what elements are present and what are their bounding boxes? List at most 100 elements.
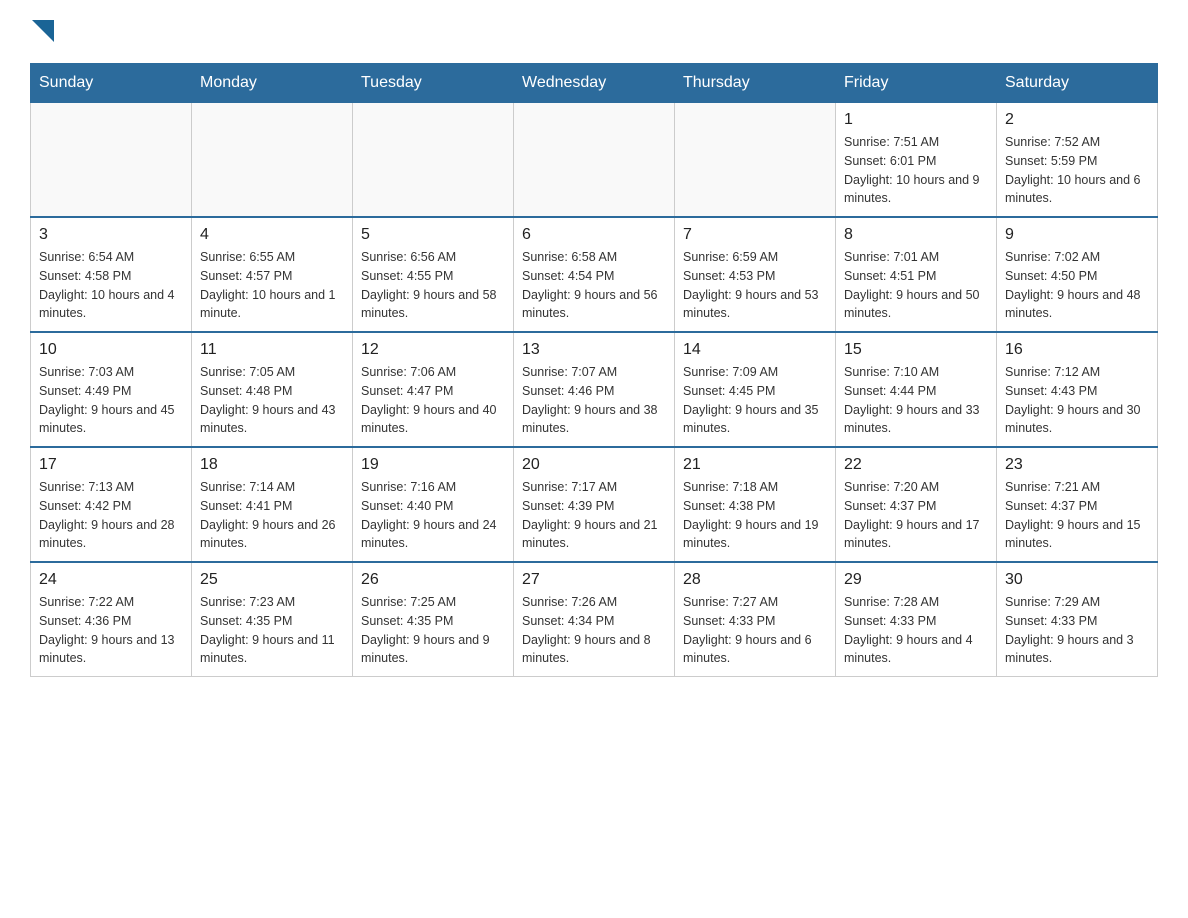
day-info: Sunrise: 7:22 AMSunset: 4:36 PMDaylight:… [39, 593, 183, 668]
day-info: Sunrise: 7:05 AMSunset: 4:48 PMDaylight:… [200, 363, 344, 438]
day-number: 5 [361, 226, 505, 244]
calendar-cell: 22 Sunrise: 7:20 AMSunset: 4:37 PMDayligh… [836, 447, 997, 562]
day-info: Sunrise: 7:03 AMSunset: 4:49 PMDaylight:… [39, 363, 183, 438]
calendar-cell: 19 Sunrise: 7:16 AMSunset: 4:40 PMDayligh… [353, 447, 514, 562]
day-info: Sunrise: 7:01 AMSunset: 4:51 PMDaylight:… [844, 248, 988, 323]
calendar-cell [353, 103, 514, 218]
day-info: Sunrise: 7:18 AMSunset: 4:38 PMDaylight:… [683, 478, 827, 553]
day-info: Sunrise: 7:21 AMSunset: 4:37 PMDaylight:… [1005, 478, 1149, 553]
calendar-cell: 23 Sunrise: 7:21 AMSunset: 4:37 PMDayligh… [997, 447, 1158, 562]
day-number: 3 [39, 226, 183, 244]
day-number: 2 [1005, 111, 1149, 129]
calendar-cell: 13Sunrise: 7:07 AMSunset: 4:46 PMDayligh… [514, 332, 675, 447]
calendar-cell: 26 Sunrise: 7:25 AMSunset: 4:35 PMDayligh… [353, 562, 514, 677]
day-number: 26 [361, 571, 505, 589]
weekday-header-thursday: Thursday [675, 64, 836, 103]
day-info: Sunrise: 7:29 AMSunset: 4:33 PMDaylight:… [1005, 593, 1149, 668]
day-number: 30 [1005, 571, 1149, 589]
day-info: Sunrise: 6:54 AMSunset: 4:58 PMDaylight:… [39, 248, 183, 323]
calendar-week-row: 10 Sunrise: 7:03 AMSunset: 4:49 PMDayligh… [31, 332, 1158, 447]
calendar-cell: 1Sunrise: 7:51 AMSunset: 6:01 PMDaylight… [836, 103, 997, 218]
calendar-cell [675, 103, 836, 218]
calendar-cell: 4 Sunrise: 6:55 AMSunset: 4:57 PMDaylight… [192, 217, 353, 332]
day-info: Sunrise: 7:09 AMSunset: 4:45 PMDaylight:… [683, 363, 827, 438]
day-number: 14 [683, 341, 827, 359]
day-info: Sunrise: 7:06 AMSunset: 4:47 PMDaylight:… [361, 363, 505, 438]
calendar-cell: 20 Sunrise: 7:17 AMSunset: 4:39 PMDayligh… [514, 447, 675, 562]
calendar-cell: 5 Sunrise: 6:56 AMSunset: 4:55 PMDaylight… [353, 217, 514, 332]
day-info: Sunrise: 6:55 AMSunset: 4:57 PMDaylight:… [200, 248, 344, 323]
calendar-week-row: 17Sunrise: 7:13 AMSunset: 4:42 PMDayligh… [31, 447, 1158, 562]
day-info: Sunrise: 7:20 AMSunset: 4:37 PMDaylight:… [844, 478, 988, 553]
calendar-cell: 17Sunrise: 7:13 AMSunset: 4:42 PMDayligh… [31, 447, 192, 562]
day-number: 9 [1005, 226, 1149, 244]
day-info: Sunrise: 7:52 AMSunset: 5:59 PMDaylight:… [1005, 133, 1149, 208]
calendar-cell: 12 Sunrise: 7:06 AMSunset: 4:47 PMDayligh… [353, 332, 514, 447]
day-number: 6 [522, 226, 666, 244]
day-number: 4 [200, 226, 344, 244]
day-number: 10 [39, 341, 183, 359]
day-number: 15 [844, 341, 988, 359]
day-number: 23 [1005, 456, 1149, 474]
day-info: Sunrise: 7:16 AMSunset: 4:40 PMDaylight:… [361, 478, 505, 553]
weekday-header-monday: Monday [192, 64, 353, 103]
calendar-cell: 27 Sunrise: 7:26 AMSunset: 4:34 PMDayligh… [514, 562, 675, 677]
weekday-header-sunday: Sunday [31, 64, 192, 103]
calendar-table: SundayMondayTuesdayWednesdayThursdayFrid… [30, 63, 1158, 677]
day-info: Sunrise: 6:58 AMSunset: 4:54 PMDaylight:… [522, 248, 666, 323]
logo-arrow-icon [32, 20, 54, 42]
calendar-cell: 21 Sunrise: 7:18 AMSunset: 4:38 PMDayligh… [675, 447, 836, 562]
day-info: Sunrise: 7:51 AMSunset: 6:01 PMDaylight:… [844, 133, 988, 208]
day-info: Sunrise: 7:28 AMSunset: 4:33 PMDaylight:… [844, 593, 988, 668]
day-number: 21 [683, 456, 827, 474]
calendar-cell: 29 Sunrise: 7:28 AMSunset: 4:33 PMDayligh… [836, 562, 997, 677]
calendar-cell: 9 Sunrise: 7:02 AMSunset: 4:50 PMDaylight… [997, 217, 1158, 332]
day-number: 11 [200, 341, 344, 359]
calendar-cell [514, 103, 675, 218]
day-number: 27 [522, 571, 666, 589]
calendar-cell: 8 Sunrise: 7:01 AMSunset: 4:51 PMDaylight… [836, 217, 997, 332]
weekday-header-saturday: Saturday [997, 64, 1158, 103]
day-number: 12 [361, 341, 505, 359]
day-info: Sunrise: 7:07 AMSunset: 4:46 PMDaylight:… [522, 363, 666, 438]
page-header [30, 20, 1158, 43]
day-info: Sunrise: 7:10 AMSunset: 4:44 PMDaylight:… [844, 363, 988, 438]
calendar-cell: 6 Sunrise: 6:58 AMSunset: 4:54 PMDaylight… [514, 217, 675, 332]
day-number: 22 [844, 456, 988, 474]
day-number: 29 [844, 571, 988, 589]
calendar-cell [31, 103, 192, 218]
day-info: Sunrise: 7:02 AMSunset: 4:50 PMDaylight:… [1005, 248, 1149, 323]
calendar-cell: 25Sunrise: 7:23 AMSunset: 4:35 PMDayligh… [192, 562, 353, 677]
calendar-cell: 28 Sunrise: 7:27 AMSunset: 4:33 PMDayligh… [675, 562, 836, 677]
day-number: 25 [200, 571, 344, 589]
day-info: Sunrise: 7:17 AMSunset: 4:39 PMDaylight:… [522, 478, 666, 553]
day-number: 19 [361, 456, 505, 474]
day-info: Sunrise: 7:27 AMSunset: 4:33 PMDaylight:… [683, 593, 827, 668]
weekday-header-friday: Friday [836, 64, 997, 103]
weekday-header-wednesday: Wednesday [514, 64, 675, 103]
calendar-cell: 10 Sunrise: 7:03 AMSunset: 4:49 PMDayligh… [31, 332, 192, 447]
day-number: 24 [39, 571, 183, 589]
day-info: Sunrise: 7:25 AMSunset: 4:35 PMDaylight:… [361, 593, 505, 668]
day-info: Sunrise: 7:26 AMSunset: 4:34 PMDaylight:… [522, 593, 666, 668]
day-number: 7 [683, 226, 827, 244]
weekday-header-tuesday: Tuesday [353, 64, 514, 103]
day-number: 18 [200, 456, 344, 474]
day-number: 20 [522, 456, 666, 474]
day-number: 17 [39, 456, 183, 474]
day-number: 8 [844, 226, 988, 244]
calendar-cell: 3 Sunrise: 6:54 AMSunset: 4:58 PMDaylight… [31, 217, 192, 332]
calendar-cell: 11 Sunrise: 7:05 AMSunset: 4:48 PMDayligh… [192, 332, 353, 447]
day-info: Sunrise: 6:59 AMSunset: 4:53 PMDaylight:… [683, 248, 827, 323]
calendar-cell: 15 Sunrise: 7:10 AMSunset: 4:44 PMDayligh… [836, 332, 997, 447]
calendar-week-row: 3 Sunrise: 6:54 AMSunset: 4:58 PMDaylight… [31, 217, 1158, 332]
calendar-cell: 7 Sunrise: 6:59 AMSunset: 4:53 PMDaylight… [675, 217, 836, 332]
calendar-cell: 16Sunrise: 7:12 AMSunset: 4:43 PMDayligh… [997, 332, 1158, 447]
calendar-week-row: 1Sunrise: 7:51 AMSunset: 6:01 PMDaylight… [31, 103, 1158, 218]
calendar-cell: 2 Sunrise: 7:52 AMSunset: 5:59 PMDaylight… [997, 103, 1158, 218]
weekday-header-row: SundayMondayTuesdayWednesdayThursdayFrid… [31, 64, 1158, 103]
day-info: Sunrise: 6:56 AMSunset: 4:55 PMDaylight:… [361, 248, 505, 323]
calendar-cell: 18Sunrise: 7:14 AMSunset: 4:41 PMDayligh… [192, 447, 353, 562]
day-number: 28 [683, 571, 827, 589]
calendar-cell: 14 Sunrise: 7:09 AMSunset: 4:45 PMDayligh… [675, 332, 836, 447]
